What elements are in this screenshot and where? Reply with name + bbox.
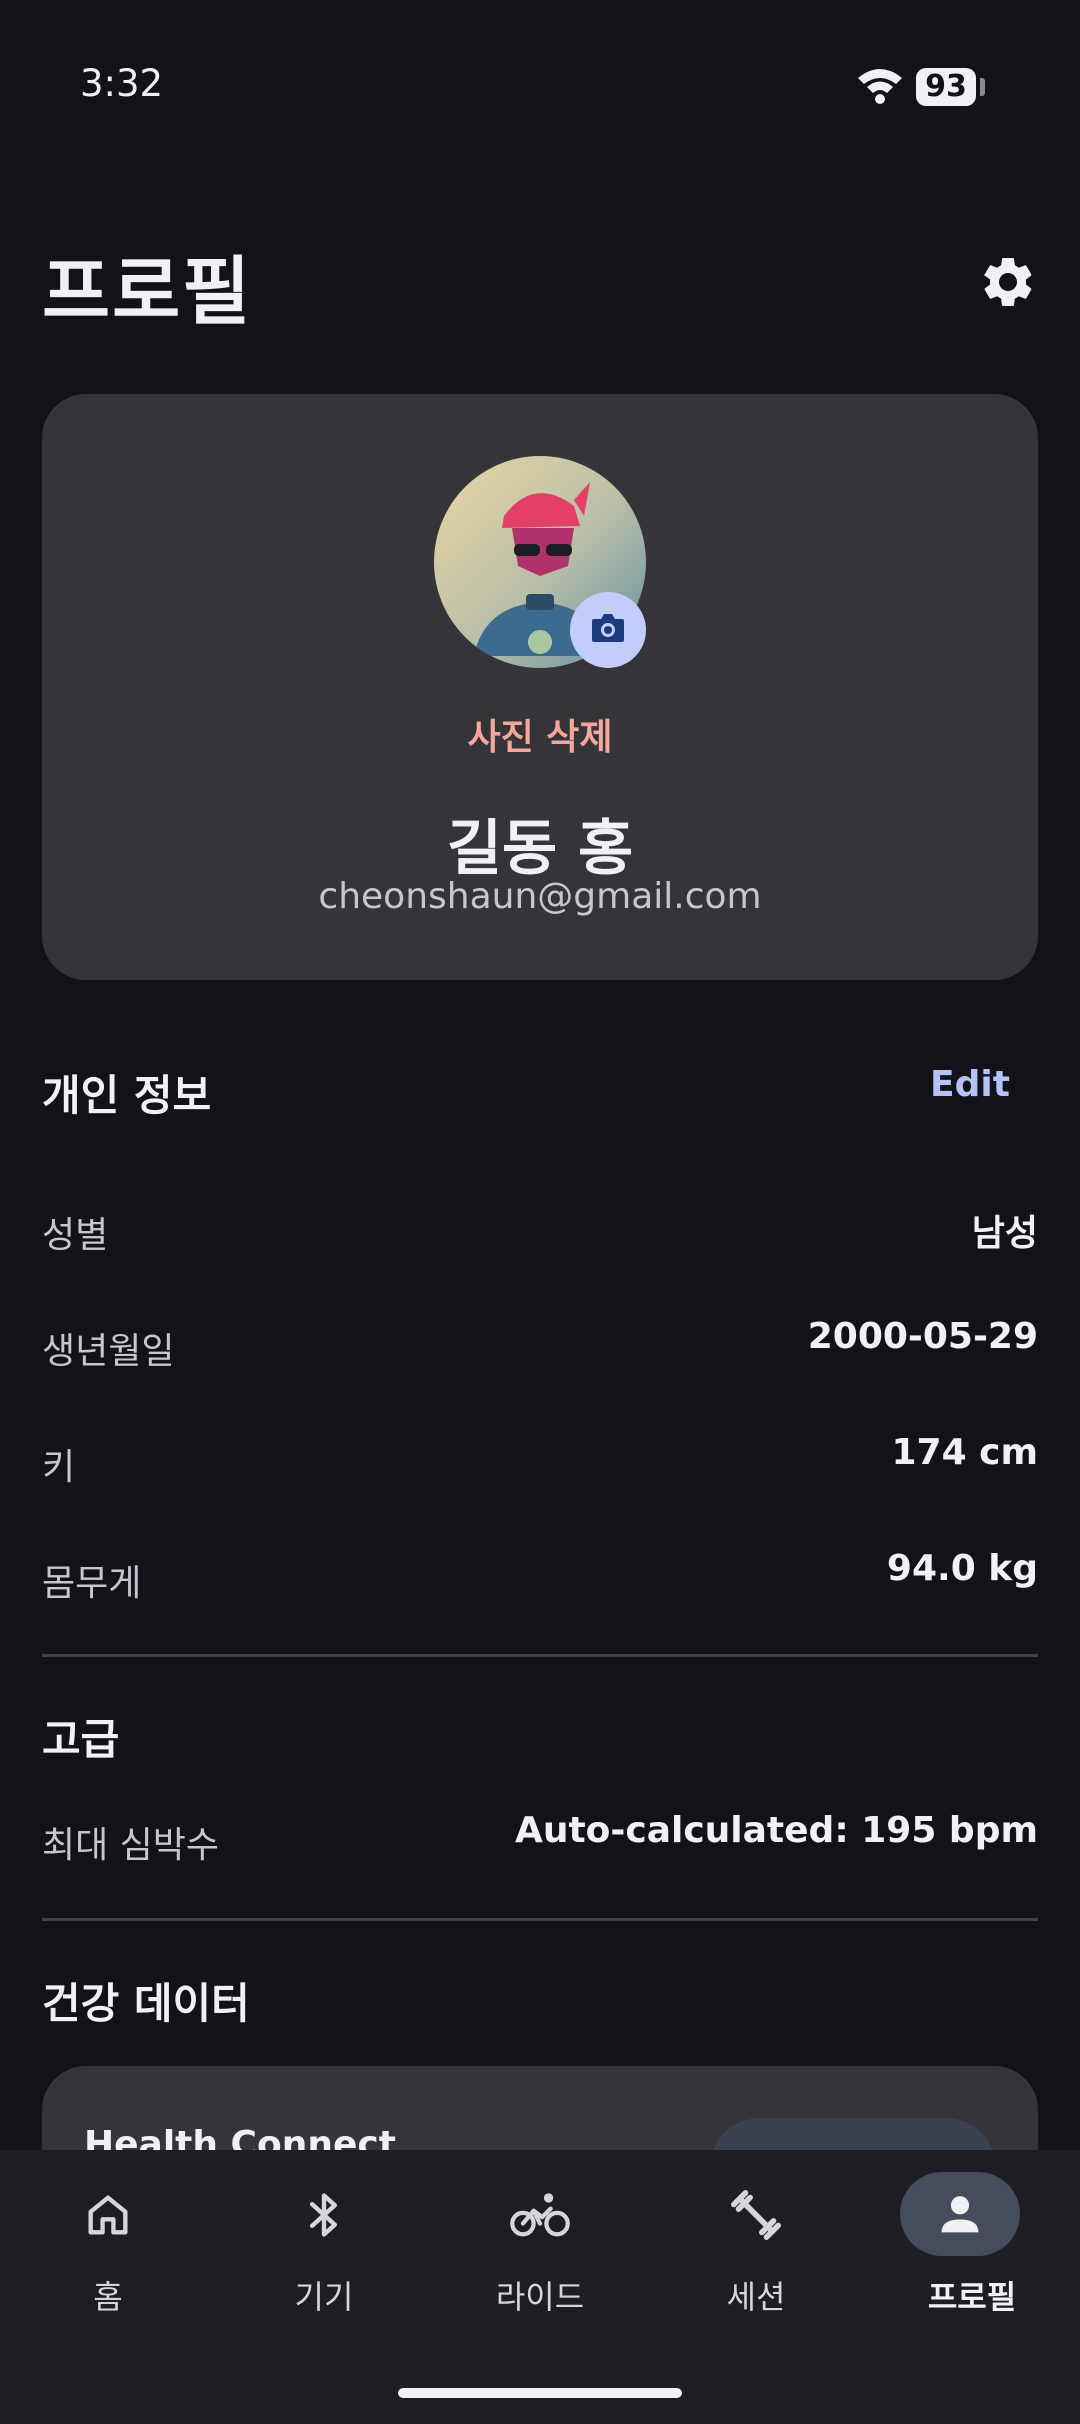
home-icon (58, 2180, 158, 2250)
row-value-birthdate[interactable]: 2000-05-29 (808, 1316, 1038, 1357)
section-title-advanced: 고급 (42, 1715, 120, 1764)
nav-label-home: 홈 (93, 2278, 123, 2316)
user-name: 길동 홍 (446, 814, 634, 884)
row-value-max-heart-rate[interactable]: Auto-calculated: 195 bpm (515, 1810, 1038, 1851)
camera-icon (590, 612, 626, 648)
divider (42, 1654, 1038, 1657)
section-title-personal-info: 개인 정보 (42, 1071, 212, 1120)
row-value-weight[interactable]: 94.0 kg (887, 1548, 1038, 1589)
nav-item-ride[interactable]: 라이드 (432, 2180, 648, 2330)
page-title: 프로필 (42, 249, 253, 335)
row-label-weight: 몸무게 (42, 1563, 142, 1604)
delete-photo-button[interactable]: 사진 삭제 (0, 708, 1080, 760)
wifi-icon (856, 66, 904, 110)
nav-item-profile[interactable]: 프로필 (864, 2172, 1080, 2330)
change-photo-button[interactable] (570, 592, 646, 668)
person-icon (900, 2172, 1020, 2256)
row-value-height[interactable]: 174 cm (891, 1432, 1038, 1473)
battery-tip (980, 78, 985, 96)
nav-item-session[interactable]: 세션 (648, 2180, 864, 2330)
section-title-health-data: 건강 데이터 (42, 1979, 250, 2028)
bluetooth-icon (274, 2180, 374, 2250)
settings-gear-icon[interactable] (978, 252, 1038, 312)
nav-label-profile: 프로필 (927, 2278, 1017, 2316)
battery-indicator: 93 (916, 68, 976, 106)
nav-label-devices: 기기 (294, 2278, 354, 2316)
bike-icon (490, 2180, 590, 2250)
row-label-gender: 성별 (42, 1215, 109, 1256)
nav-label-session: 세션 (726, 2278, 786, 2316)
row-value-gender[interactable]: 남성 (972, 1204, 1038, 1256)
row-label-birthdate: 생년월일 (42, 1331, 175, 1372)
nav-item-home[interactable]: 홈 (0, 2180, 216, 2330)
row-label-max-heart-rate: 최대 심박수 (42, 1825, 220, 1866)
edit-button[interactable]: Edit (930, 1064, 1010, 1105)
nav-item-devices[interactable]: 기기 (216, 2180, 432, 2330)
status-time: 3:32 (80, 62, 164, 105)
nav-label-ride: 라이드 (495, 2278, 585, 2316)
row-label-height: 키 (42, 1447, 76, 1488)
home-indicator[interactable] (398, 2388, 682, 2398)
dumbbell-icon (706, 2180, 806, 2250)
divider (42, 1918, 1038, 1921)
user-email: cheonshaun@gmail.com (318, 876, 762, 917)
